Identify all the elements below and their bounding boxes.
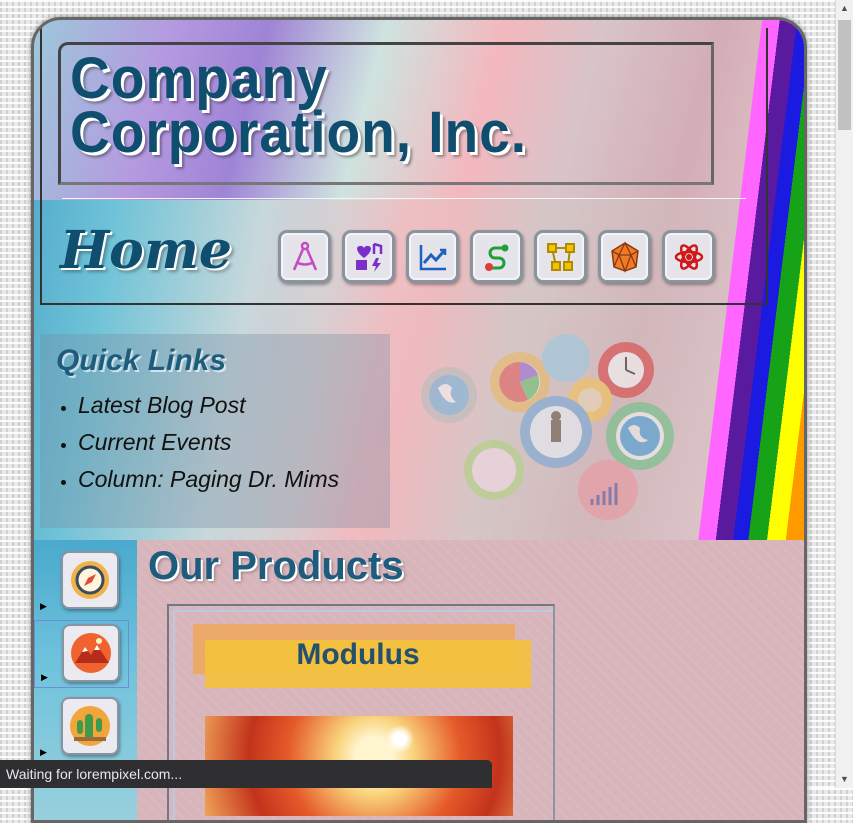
site-title: Company Corporation, Inc. <box>70 46 527 165</box>
header-divider <box>62 198 746 199</box>
product-nav-item-active[interactable]: ▶ <box>34 620 129 688</box>
polyhedron-icon[interactable] <box>598 230 651 283</box>
scroll-up-arrow-icon[interactable]: ▲ <box>836 0 853 17</box>
page-title: Home <box>60 220 232 281</box>
line-chart-icon[interactable] <box>406 230 459 283</box>
compass-icon[interactable] <box>61 551 119 609</box>
nav-bar <box>278 230 715 283</box>
expand-arrow-icon[interactable]: ▶ <box>40 747 47 758</box>
expand-arrow-icon[interactable]: ▶ <box>40 601 47 612</box>
quick-links-heading: Quick Links <box>56 344 227 377</box>
route-icon[interactable] <box>470 230 523 283</box>
quick-links-panel: Quick Links Latest Blog Post Current Eve… <box>40 334 390 528</box>
mountain-icon[interactable] <box>62 624 120 682</box>
vector-nodes-icon[interactable] <box>534 230 587 283</box>
products-heading: Our Products <box>148 544 404 588</box>
expand-arrow-icon[interactable]: ▶ <box>41 672 48 683</box>
quick-link-paging-dr-mims[interactable]: Column: Paging Dr. Mims <box>78 466 339 493</box>
scrollbar-thumb[interactable] <box>838 20 851 130</box>
vertical-scrollbar[interactable]: ▲ ▼ <box>835 0 853 788</box>
browser-status-bar: Waiting for lorempixel.com... <box>0 760 492 788</box>
drafting-compass-icon[interactable] <box>278 230 331 283</box>
scroll-down-arrow-icon[interactable]: ▼ <box>836 771 853 788</box>
image-highlight <box>380 726 420 752</box>
quick-links-list: Latest Blog Post Current Events Column: … <box>40 392 339 503</box>
product-nav-item[interactable]: ▶ <box>34 548 129 616</box>
page-frame: Company Corporation, Inc. Home Quick Lin… <box>31 17 807 823</box>
business-gears-illustration <box>421 334 674 520</box>
quick-link-current-events[interactable]: Current Events <box>78 429 339 456</box>
shapes-music-icon[interactable] <box>342 230 395 283</box>
atom-icon[interactable] <box>662 230 715 283</box>
product-nav-item[interactable]: ▶ <box>34 694 129 762</box>
quick-link-latest-blog-post[interactable]: Latest Blog Post <box>78 392 339 419</box>
product-name[interactable]: Modulus <box>205 638 511 672</box>
cactus-icon[interactable] <box>61 697 119 755</box>
